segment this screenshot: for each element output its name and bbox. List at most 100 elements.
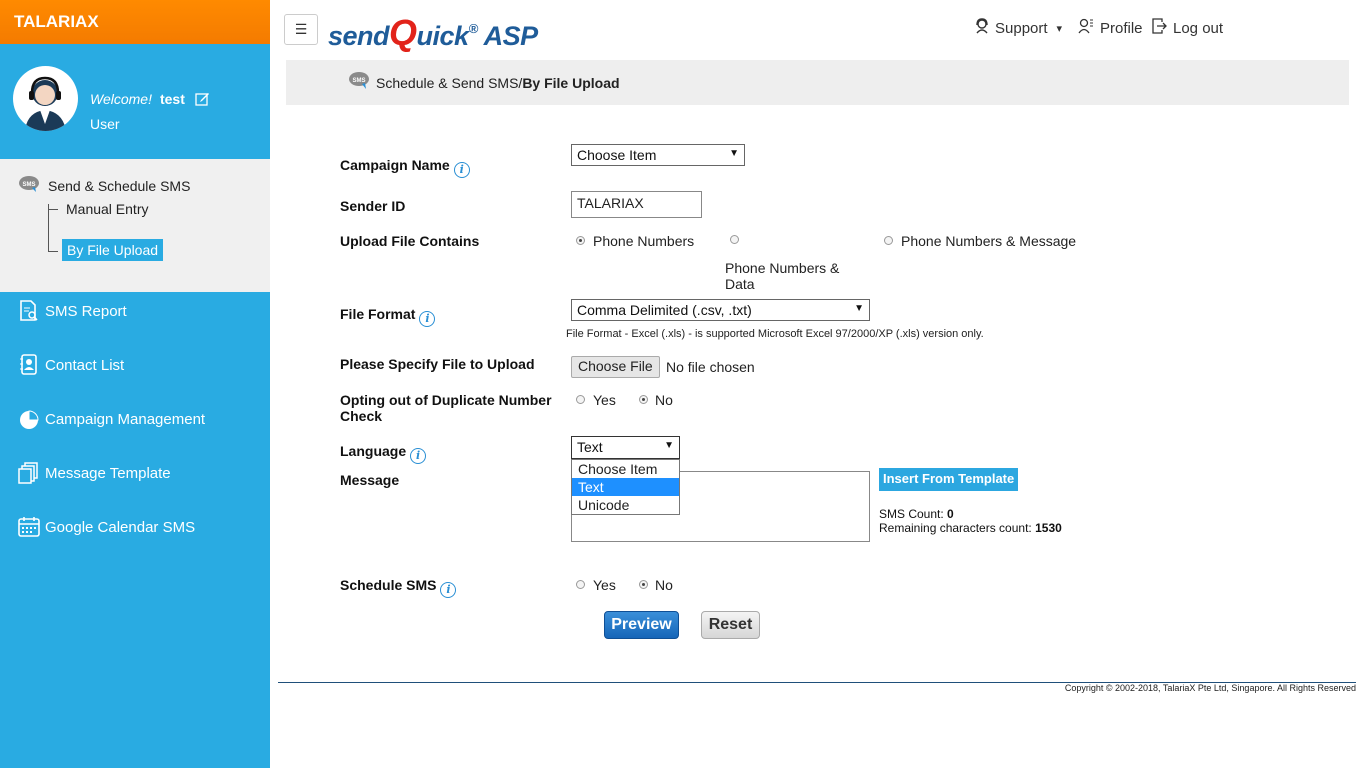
chevron-down-icon: ▾	[1056, 22, 1063, 35]
choose-file-button[interactable]: Choose File	[571, 356, 660, 378]
language-label: Language i	[340, 443, 427, 464]
contact-icon	[18, 354, 40, 376]
svg-text:SMS: SMS	[22, 182, 35, 188]
edit-icon[interactable]	[195, 91, 210, 109]
menu-toggle-button[interactable]: ☰	[284, 14, 318, 45]
remaining-label: Remaining characters count:	[879, 521, 1032, 535]
radio-label: Phone Numbers & Message	[901, 233, 1077, 249]
support-label: Support	[995, 19, 1048, 37]
sender-id-input[interactable]: TALARIAX	[571, 191, 702, 218]
sidebar-item-campaign-management[interactable]: Campaign Management	[18, 408, 205, 430]
campaign-name-select[interactable]: Choose Item ▼	[571, 144, 745, 166]
upload-file-contains-label: Upload File Contains	[340, 233, 480, 249]
sms-bubble-icon: SMS	[348, 71, 370, 94]
info-icon[interactable]: i	[410, 448, 427, 464]
user-panel: Welcome! test User	[0, 44, 270, 159]
chevron-down-icon: ▼	[729, 148, 739, 159]
dropdown-option[interactable]: Text	[572, 478, 679, 496]
radio-schedule-no[interactable]	[639, 580, 648, 589]
select-value: Choose Item	[577, 147, 657, 163]
sidebar-item-label: Contact List	[45, 356, 125, 374]
message-label: Message	[340, 472, 400, 488]
radio-label: No	[655, 392, 673, 408]
logo-part: uick	[416, 21, 470, 51]
sidebar-item-sms-report[interactable]: SMS Report	[18, 300, 127, 322]
radio-dup-no[interactable]	[639, 395, 648, 404]
campaign-name-label: Campaign Name i	[340, 157, 470, 178]
svg-text:SMS: SMS	[352, 78, 365, 84]
select-value: Text	[577, 439, 603, 455]
file-upload-label: Please Specify File to Upload	[340, 356, 535, 372]
tree-line	[48, 204, 49, 252]
sms-count-value: 0	[947, 507, 954, 521]
profile-label: Profile	[1100, 19, 1143, 37]
breadcrumb: SMS Schedule & Send SMS / By File Upload	[286, 60, 1349, 105]
logout-link[interactable]: Log out	[1152, 18, 1223, 38]
radio-schedule-yes[interactable]	[576, 580, 585, 589]
language-select[interactable]: Text ▼	[571, 436, 680, 459]
sms-count-label: SMS Count:	[879, 507, 944, 521]
breadcrumb-current: By File Upload	[522, 74, 620, 91]
logo-part: ASP	[483, 21, 539, 51]
duplicate-check-label: Opting out of Duplicate Number Check	[340, 392, 552, 424]
calendar-icon	[18, 516, 40, 538]
sidebar-item-label: Google Calendar SMS	[45, 518, 196, 536]
welcome-label: Welcome!	[90, 91, 152, 107]
remaining-value: 1530	[1035, 521, 1062, 535]
dropdown-option[interactable]: Unicode	[572, 496, 679, 514]
avatar	[13, 66, 78, 131]
sidebar-item-send-schedule-sms[interactable]: SMS Send & Schedule SMS	[18, 175, 190, 196]
label-text: File Format	[340, 306, 416, 322]
preview-button[interactable]: Preview	[604, 611, 679, 639]
sidebar-item-message-template[interactable]: Message Template	[18, 462, 171, 484]
insert-from-template-button[interactable]: Insert From Template	[879, 468, 1019, 491]
radio-label: Yes	[593, 577, 616, 593]
sidebar-item-label: Campaign Management	[45, 410, 206, 428]
language-dropdown-list: Choose Item Text Unicode	[571, 459, 680, 515]
file-format-select[interactable]: Comma Delimited (.csv, .txt) ▼	[571, 299, 870, 321]
sidebar-item-contact-list[interactable]: Contact List	[18, 354, 124, 376]
dropdown-option[interactable]: Choose Item	[572, 460, 679, 478]
logo-part: ®	[468, 21, 479, 36]
radio-phone-numbers-message[interactable]	[884, 236, 893, 245]
select-value: Comma Delimited (.csv, .txt)	[577, 302, 752, 318]
info-icon[interactable]: i	[453, 162, 470, 178]
sms-count: SMS Count: 0	[879, 507, 954, 521]
radio-label: No	[655, 577, 673, 593]
copyright-text: Copyright © 2002-2018, TalariaX Pte Ltd,…	[1064, 683, 1356, 693]
sidebar-item-google-calendar-sms[interactable]: Google Calendar SMS	[18, 516, 195, 538]
radio-label: Phone Numbers	[593, 233, 695, 249]
radio-phone-numbers[interactable]	[576, 236, 585, 245]
file-status: No file chosen	[666, 359, 755, 375]
sms-section: SMS Send & Schedule SMS Manual Entry By …	[0, 159, 270, 292]
info-icon[interactable]: i	[440, 582, 457, 598]
remaining-chars: Remaining characters count: 1530	[879, 521, 1062, 535]
info-icon[interactable]: i	[419, 311, 436, 327]
schedule-sms-label: Schedule SMS i	[340, 577, 457, 598]
label-text: Language	[340, 443, 407, 459]
chevron-down-icon: ▼	[664, 440, 674, 451]
sidebar-item-label: Message Template	[45, 464, 171, 482]
logout-label: Log out	[1173, 19, 1224, 37]
breadcrumb-parent[interactable]: Schedule & Send SMS	[376, 75, 518, 91]
welcome-text: Welcome! test	[90, 91, 210, 109]
radio-phone-numbers-data[interactable]	[730, 235, 739, 244]
sidebar-item-by-file-upload[interactable]: By File Upload	[62, 239, 164, 261]
sendquick-logo: sendQuick® ASP	[328, 12, 538, 54]
user-name: test	[159, 91, 185, 107]
sidebar-item-manual-entry[interactable]: Manual Entry	[66, 201, 148, 217]
reset-button[interactable]: Reset	[701, 611, 760, 639]
sender-id-label: Sender ID	[340, 198, 406, 214]
logout-icon	[1152, 18, 1167, 38]
support-menu[interactable]: Support ▾	[975, 18, 1062, 38]
sidebar-item-label: Send & Schedule SMS	[48, 177, 191, 194]
radio-label: Phone Numbers & Data	[725, 260, 840, 292]
pie-chart-icon	[18, 408, 40, 430]
sidebar-item-label: SMS Report	[45, 302, 127, 320]
support-icon	[975, 18, 989, 38]
chevron-down-icon: ▼	[854, 303, 864, 314]
label-text: Schedule SMS	[340, 577, 437, 593]
profile-link[interactable]: Profile	[1078, 18, 1143, 38]
radio-dup-yes[interactable]	[576, 395, 585, 404]
sms-bubble-icon: SMS	[18, 175, 40, 196]
